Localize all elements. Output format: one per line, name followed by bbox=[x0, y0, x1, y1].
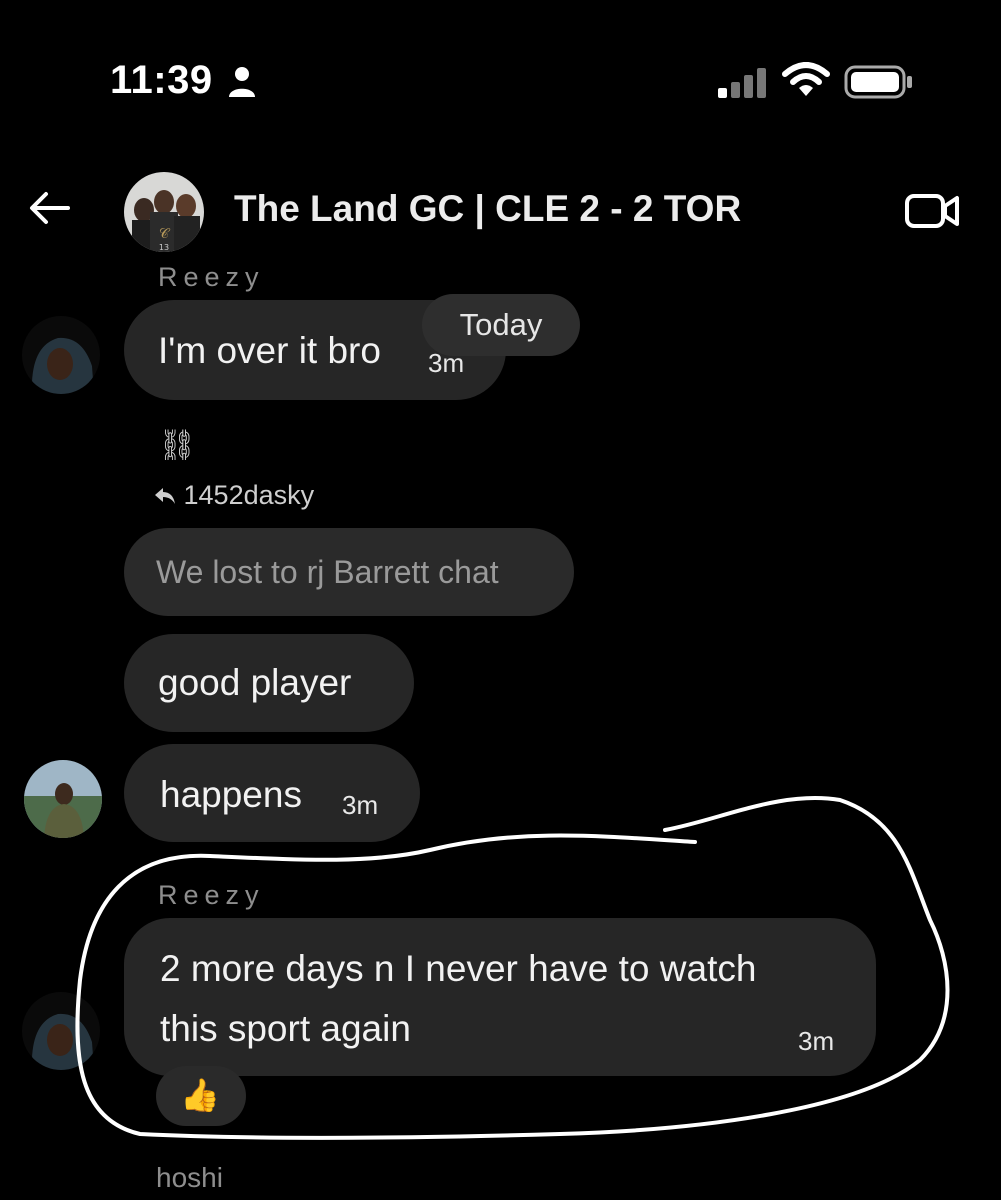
chain-emoji: ⛓ bbox=[158, 429, 197, 462]
message-time: 3m bbox=[342, 790, 379, 820]
replied-message-text: We lost to rj Barrett chat bbox=[156, 554, 499, 590]
battery-icon bbox=[844, 65, 912, 99]
avatar-reezy[interactable] bbox=[22, 316, 100, 394]
wifi-icon bbox=[782, 62, 830, 96]
chat-title[interactable]: The Land GC | CLE 2 - 2 TOR bbox=[234, 188, 741, 230]
person-icon bbox=[229, 67, 255, 97]
reply-to-name: 1452dasky bbox=[183, 480, 315, 510]
date-pill: Today bbox=[422, 294, 580, 356]
group-avatar[interactable]: 𝒞 13 bbox=[124, 172, 204, 252]
message-text: happens bbox=[160, 774, 302, 815]
reaction-thumbs-up[interactable]: 👍 bbox=[156, 1066, 246, 1126]
avatar-reezy[interactable] bbox=[22, 992, 100, 1070]
message-text-line-2: this sport again bbox=[160, 1008, 411, 1049]
message-text: good player bbox=[158, 662, 352, 703]
svg-text:𝒞: 𝒞 bbox=[159, 226, 171, 242]
message-time: 3m bbox=[798, 1026, 835, 1056]
svg-text:13: 13 bbox=[159, 243, 169, 252]
sender-name: Reezy bbox=[158, 880, 265, 910]
sender-name: Reezy bbox=[158, 262, 265, 292]
replied-message[interactable]: We lost to rj Barrett chat bbox=[124, 528, 574, 616]
message-bubble[interactable]: happens 3m bbox=[124, 744, 420, 842]
sender-name: hoshi bbox=[156, 1162, 223, 1193]
message-text: I'm over it bro bbox=[158, 330, 381, 371]
thumbs-up-icon: 👍 bbox=[180, 1077, 220, 1113]
message-text-line-1: 2 more days n I never have to watch bbox=[160, 948, 757, 989]
back-arrow-icon[interactable] bbox=[28, 190, 72, 226]
reply-icon bbox=[155, 488, 175, 504]
video-call-icon[interactable] bbox=[904, 192, 960, 230]
status-time: 11:39 bbox=[110, 58, 213, 102]
message-bubble[interactable]: good player bbox=[124, 634, 414, 732]
signal-icon bbox=[718, 68, 766, 98]
reply-label: 1452dasky bbox=[154, 480, 314, 511]
avatar-1452dasky[interactable] bbox=[24, 760, 102, 838]
message-bubble[interactable]: 2 more days n I never have to watch this… bbox=[124, 918, 876, 1076]
